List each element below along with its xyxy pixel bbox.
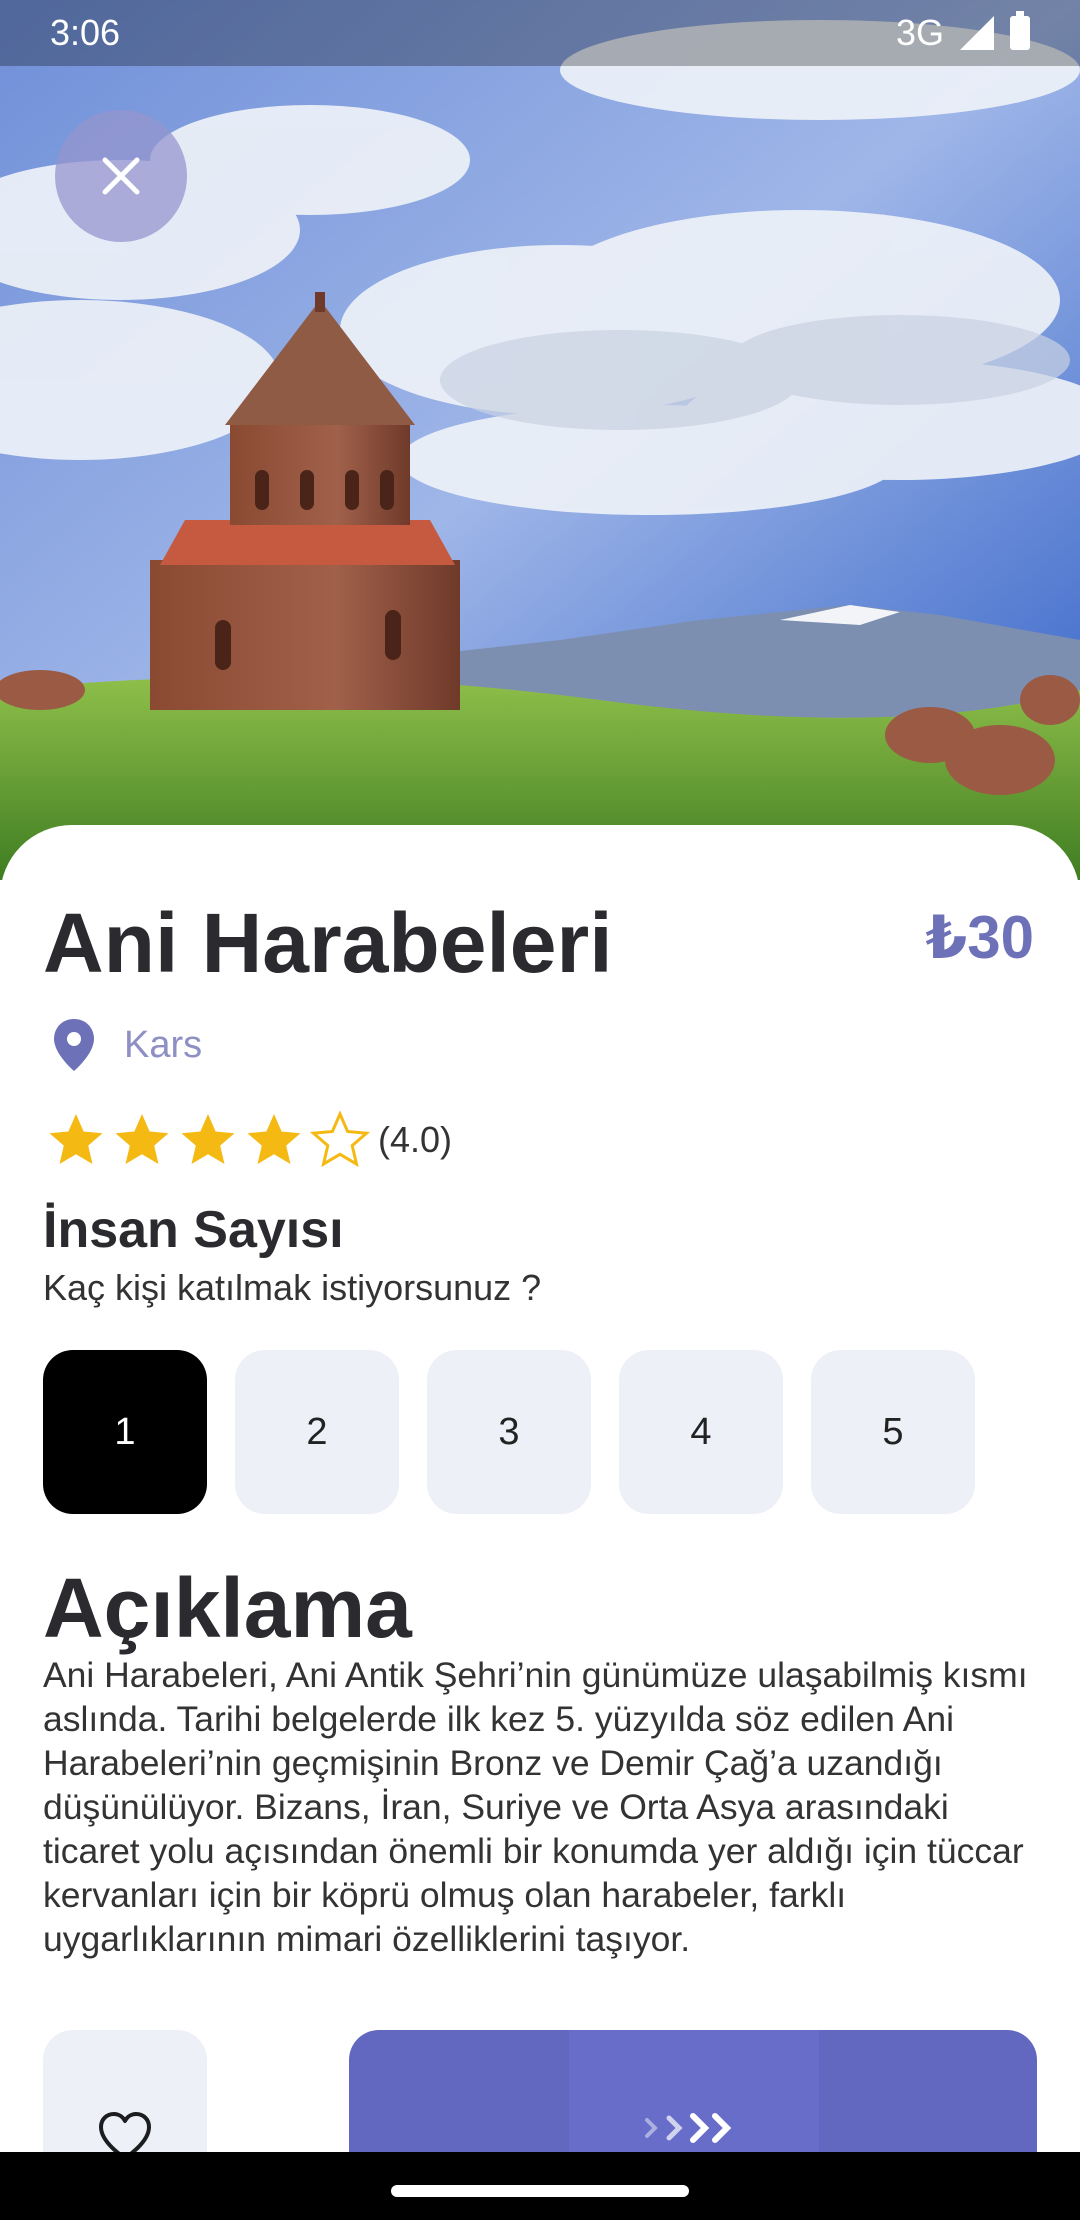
star-filled-icon (247, 1114, 301, 1164)
location-pin-icon (54, 1019, 94, 1071)
star-empty-icon (310, 1110, 370, 1168)
detail-sheet: Ani Harabeleri ₺30 Kars (4.0) İnsan Sayı… (0, 825, 1080, 2220)
description-title: Açıklama (43, 1561, 412, 1655)
people-count-option-5[interactable]: 5 (811, 1350, 975, 1514)
close-button[interactable] (55, 110, 187, 242)
location-row: Kars (50, 1017, 202, 1073)
arrows-right-icon (645, 2113, 732, 2143)
close-icon (102, 157, 140, 195)
people-subtitle: Kaç kişi katılmak istiyorsunuz ? (43, 1267, 542, 1308)
star-filled-icon (181, 1114, 235, 1164)
people-title: İnsan Sayısı (43, 1201, 344, 1259)
network-type: 3G (895, 12, 944, 53)
people-count-selector: 12345 (43, 1350, 975, 1514)
battery-icon (1010, 11, 1030, 50)
star-filled-icon (115, 1114, 169, 1164)
status-time: 3:06 (50, 12, 121, 53)
star-filled-icon (49, 1114, 103, 1164)
place-title: Ani Harabeleri (43, 896, 613, 990)
people-count-option-3[interactable]: 3 (427, 1350, 591, 1514)
rating-row: (4.0) (46, 1110, 452, 1170)
people-count-option-2[interactable]: 2 (235, 1350, 399, 1514)
home-gesture-handle[interactable] (391, 2185, 689, 2197)
description-text: Ani Harabeleri, Ani Antik Şehri’nin günü… (43, 1655, 1028, 1959)
status-bar: 3:06 3G (0, 0, 1080, 66)
signal-icon (960, 16, 994, 50)
place-price: ₺30 (925, 904, 1035, 971)
location-text: Kars (124, 1023, 203, 1066)
people-count-option-1[interactable]: 1 (43, 1350, 207, 1514)
people-count-option-4[interactable]: 4 (619, 1350, 783, 1514)
system-navigation-bar (0, 2152, 1080, 2220)
rating-text: (4.0) (378, 1119, 453, 1160)
